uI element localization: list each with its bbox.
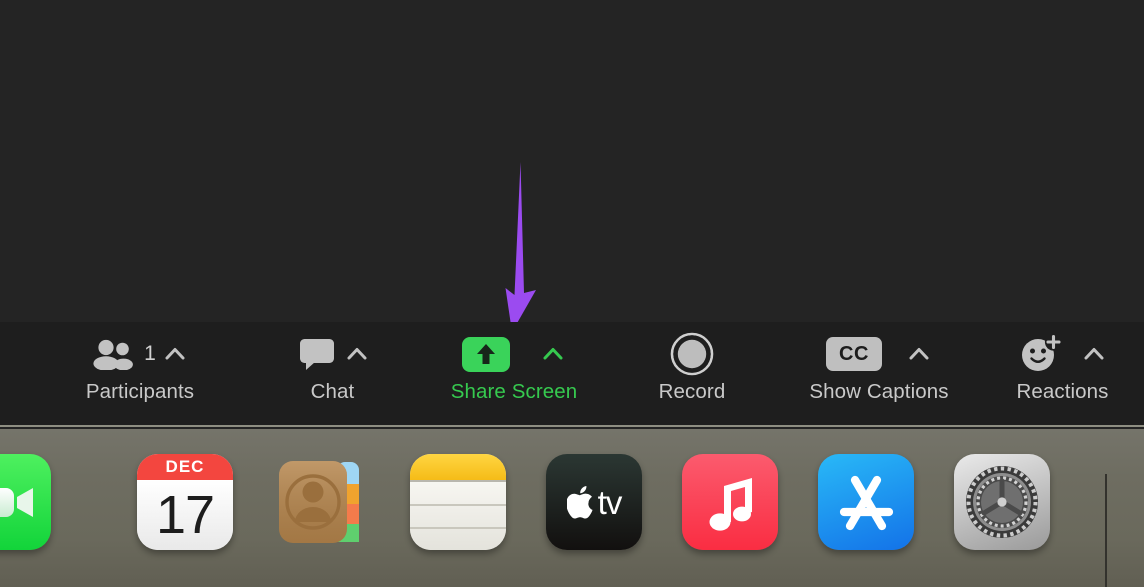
chat-bubble-icon [299, 339, 334, 370]
chevron-up-icon[interactable] [162, 341, 188, 367]
calendar-day: 17 [155, 485, 215, 545]
closed-captions-icon: CC [826, 337, 882, 371]
zoom-meeting-toolbar: 1 Participants Chat Share Screen Record … [0, 322, 1144, 427]
system-settings-gear-icon [966, 466, 1038, 538]
chevron-up-icon[interactable] [1081, 341, 1107, 367]
toolbar-label-show-captions: Show Captions [809, 380, 949, 403]
toolbar-item-participants[interactable]: 1 Participants [70, 322, 210, 427]
toolbar-item-record[interactable]: Record [626, 322, 758, 427]
toolbar-label-reactions: Reactions [1016, 380, 1109, 403]
participants-count: 1 [144, 342, 156, 365]
toolbar-label-chat: Chat [310, 380, 355, 403]
dock-item-system-settings[interactable] [954, 454, 1050, 550]
chevron-up-icon[interactable] [540, 341, 566, 367]
dock-separator [1105, 474, 1107, 587]
toolbar-label-participants: Participants [85, 380, 195, 403]
share-screen-button[interactable] [462, 336, 510, 372]
screen: 1 Participants Chat Share Screen Record … [0, 0, 1144, 587]
participants-icon [93, 339, 134, 370]
dock-item-apple-tv[interactable]: tv [546, 454, 642, 550]
calendar-month: DEC [165, 457, 205, 476]
dock-item-app-store[interactable] [818, 454, 914, 550]
share-screen-up-arrow-icon [477, 344, 495, 364]
toolbar-label-share-screen: Share Screen [450, 380, 578, 403]
contacts-icon [279, 461, 359, 543]
app-store-icon [839, 475, 894, 531]
dock-item-calendar[interactable]: DEC 17 [137, 454, 233, 550]
dock-item-music[interactable] [682, 454, 778, 550]
toolbar-item-show-captions[interactable]: CC Show Captions [790, 322, 968, 427]
facetime-icon [0, 488, 33, 517]
apple-music-note-icon [709, 478, 752, 531]
apple-logo-icon [566, 486, 593, 519]
dock-item-contacts[interactable] [275, 454, 371, 550]
macos-dock: DEC 17 tv [0, 429, 1144, 587]
dock-item-facetime[interactable] [0, 454, 51, 550]
dock-item-notes[interactable] [410, 454, 506, 550]
toolbar-item-chat[interactable]: Chat [265, 322, 400, 427]
chevron-up-icon[interactable] [344, 341, 370, 367]
reactions-smiley-plus-icon [1021, 334, 1061, 371]
toolbar-item-share-screen[interactable]: Share Screen [438, 322, 590, 427]
record-circle-icon [670, 332, 714, 376]
apple-tv-wordmark: tv [597, 483, 623, 521]
chevron-up-icon[interactable] [906, 341, 932, 367]
annotation-arrow-icon [505, 162, 536, 332]
toolbar-item-reactions[interactable]: Reactions [985, 322, 1140, 427]
toolbar-label-record: Record [658, 380, 726, 403]
